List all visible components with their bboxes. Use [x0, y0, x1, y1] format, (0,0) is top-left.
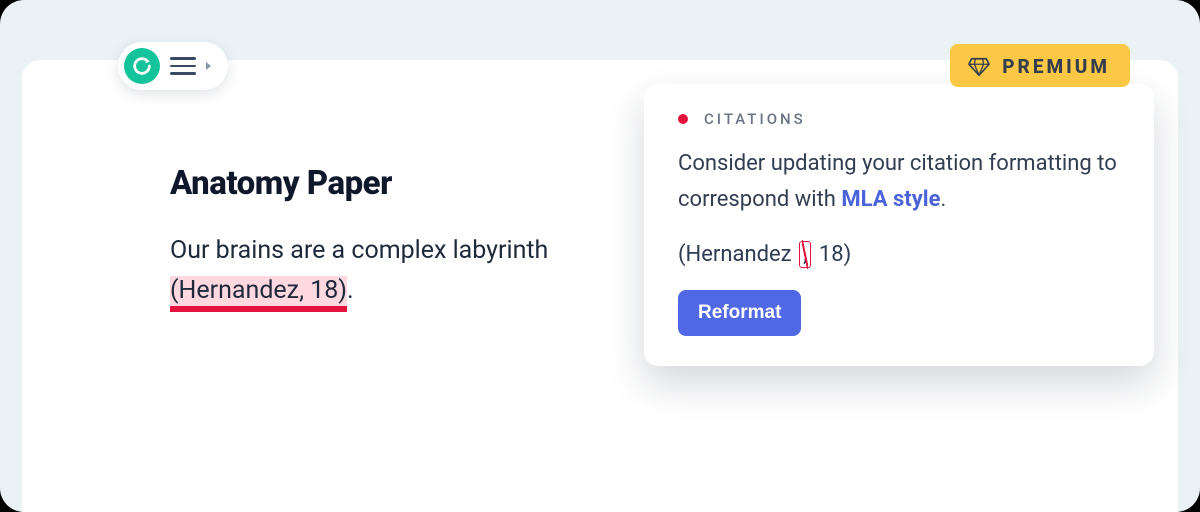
example-prefix: (Hernandez	[678, 242, 792, 267]
premium-badge[interactable]: PREMIUM	[950, 44, 1130, 87]
suggestion-card: PREMIUM CITATIONS Consider updating your…	[644, 84, 1154, 366]
body-text-prefix: Our brains are a complex labyrinth	[170, 236, 548, 265]
premium-label: PREMIUM	[1002, 55, 1110, 78]
category-dot-icon	[678, 114, 688, 124]
message-suffix: .	[941, 187, 947, 212]
document-content: Anatomy Paper Our brains are a complex l…	[170, 164, 590, 311]
style-link[interactable]: MLA style	[841, 187, 940, 212]
suggestion-example: (Hernandez , 18)	[678, 241, 1122, 268]
removed-char-box: ,	[799, 241, 811, 268]
chevron-right-icon	[206, 62, 211, 70]
citation-highlight[interactable]: (Hernandez, 18)	[170, 276, 347, 308]
menu-icon[interactable]	[170, 57, 196, 75]
diamond-icon	[968, 57, 990, 77]
body-text-suffix: .	[347, 276, 354, 305]
card-header: CITATIONS	[678, 110, 1122, 128]
grammarly-logo-icon	[124, 48, 160, 84]
app-frame: Anatomy Paper Our brains are a complex l…	[0, 0, 1200, 512]
toolbar-pill[interactable]	[118, 42, 228, 90]
card-category: CITATIONS	[704, 110, 806, 128]
example-suffix: 18)	[819, 242, 851, 267]
reformat-button[interactable]: Reformat	[678, 290, 801, 336]
document-body[interactable]: Our brains are a complex labyrinth (Hern…	[170, 231, 590, 311]
document-title: Anatomy Paper	[170, 164, 590, 203]
suggestion-message: Consider updating your citation formatti…	[678, 146, 1122, 219]
